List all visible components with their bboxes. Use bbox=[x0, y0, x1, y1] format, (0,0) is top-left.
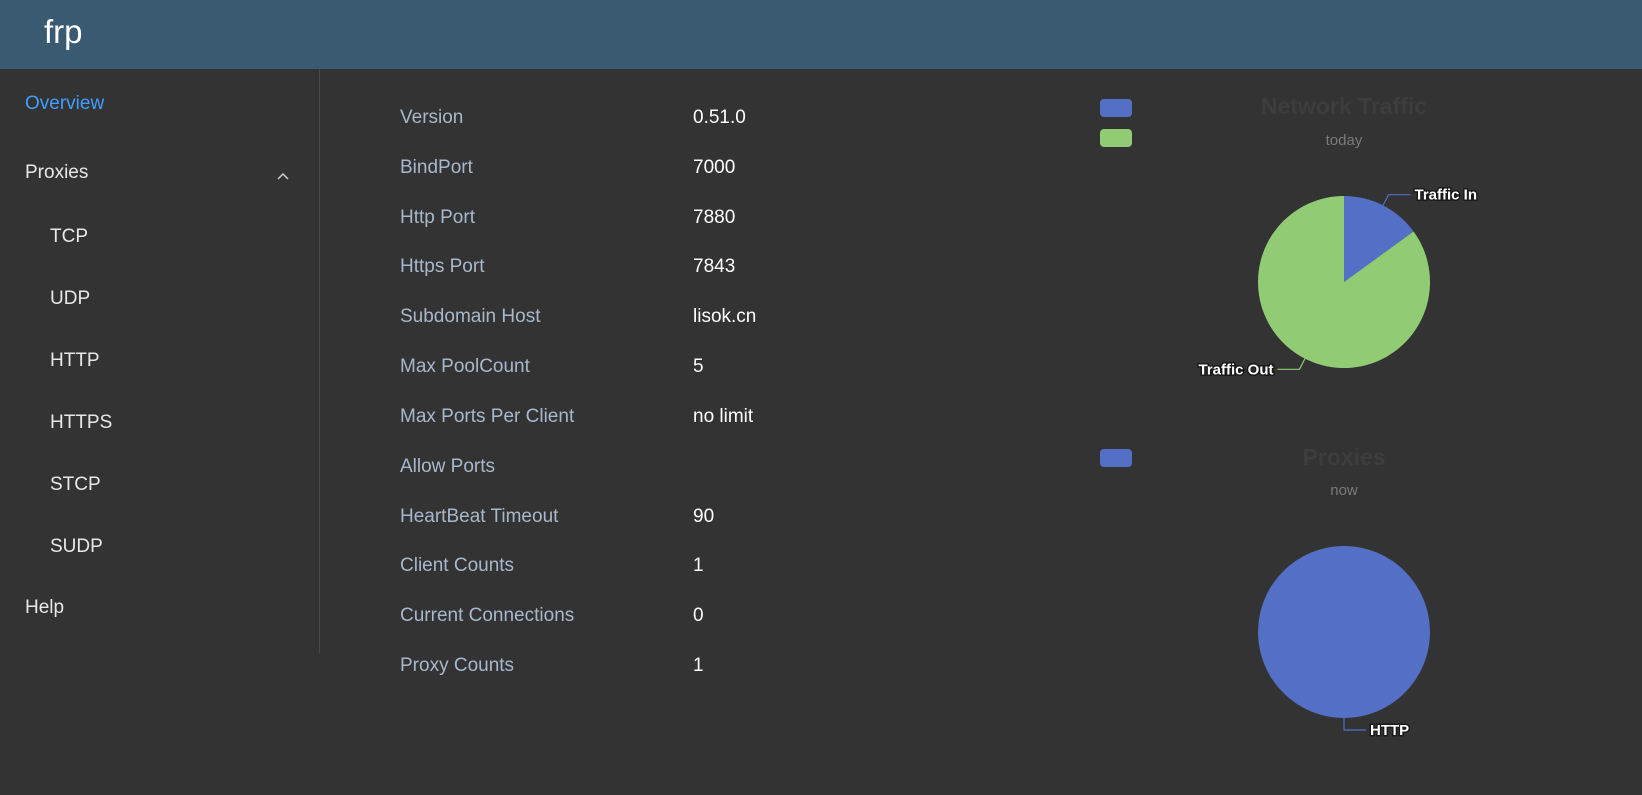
pie-label-traffic-out: Traffic Out bbox=[1198, 361, 1273, 378]
pie-charts: Traffic In Traffic Out HTTP bbox=[1197, 185, 1479, 740]
pie-label-traffic-in: Traffic In bbox=[1414, 187, 1477, 204]
pie-leader-http bbox=[1343, 718, 1366, 731]
pie-label-http: HTTP bbox=[1370, 722, 1409, 739]
pie-leader-traffic-in bbox=[1382, 194, 1411, 206]
pie-slice-http[interactable] bbox=[1258, 546, 1430, 718]
pie-leader-traffic-out bbox=[1277, 358, 1306, 370]
